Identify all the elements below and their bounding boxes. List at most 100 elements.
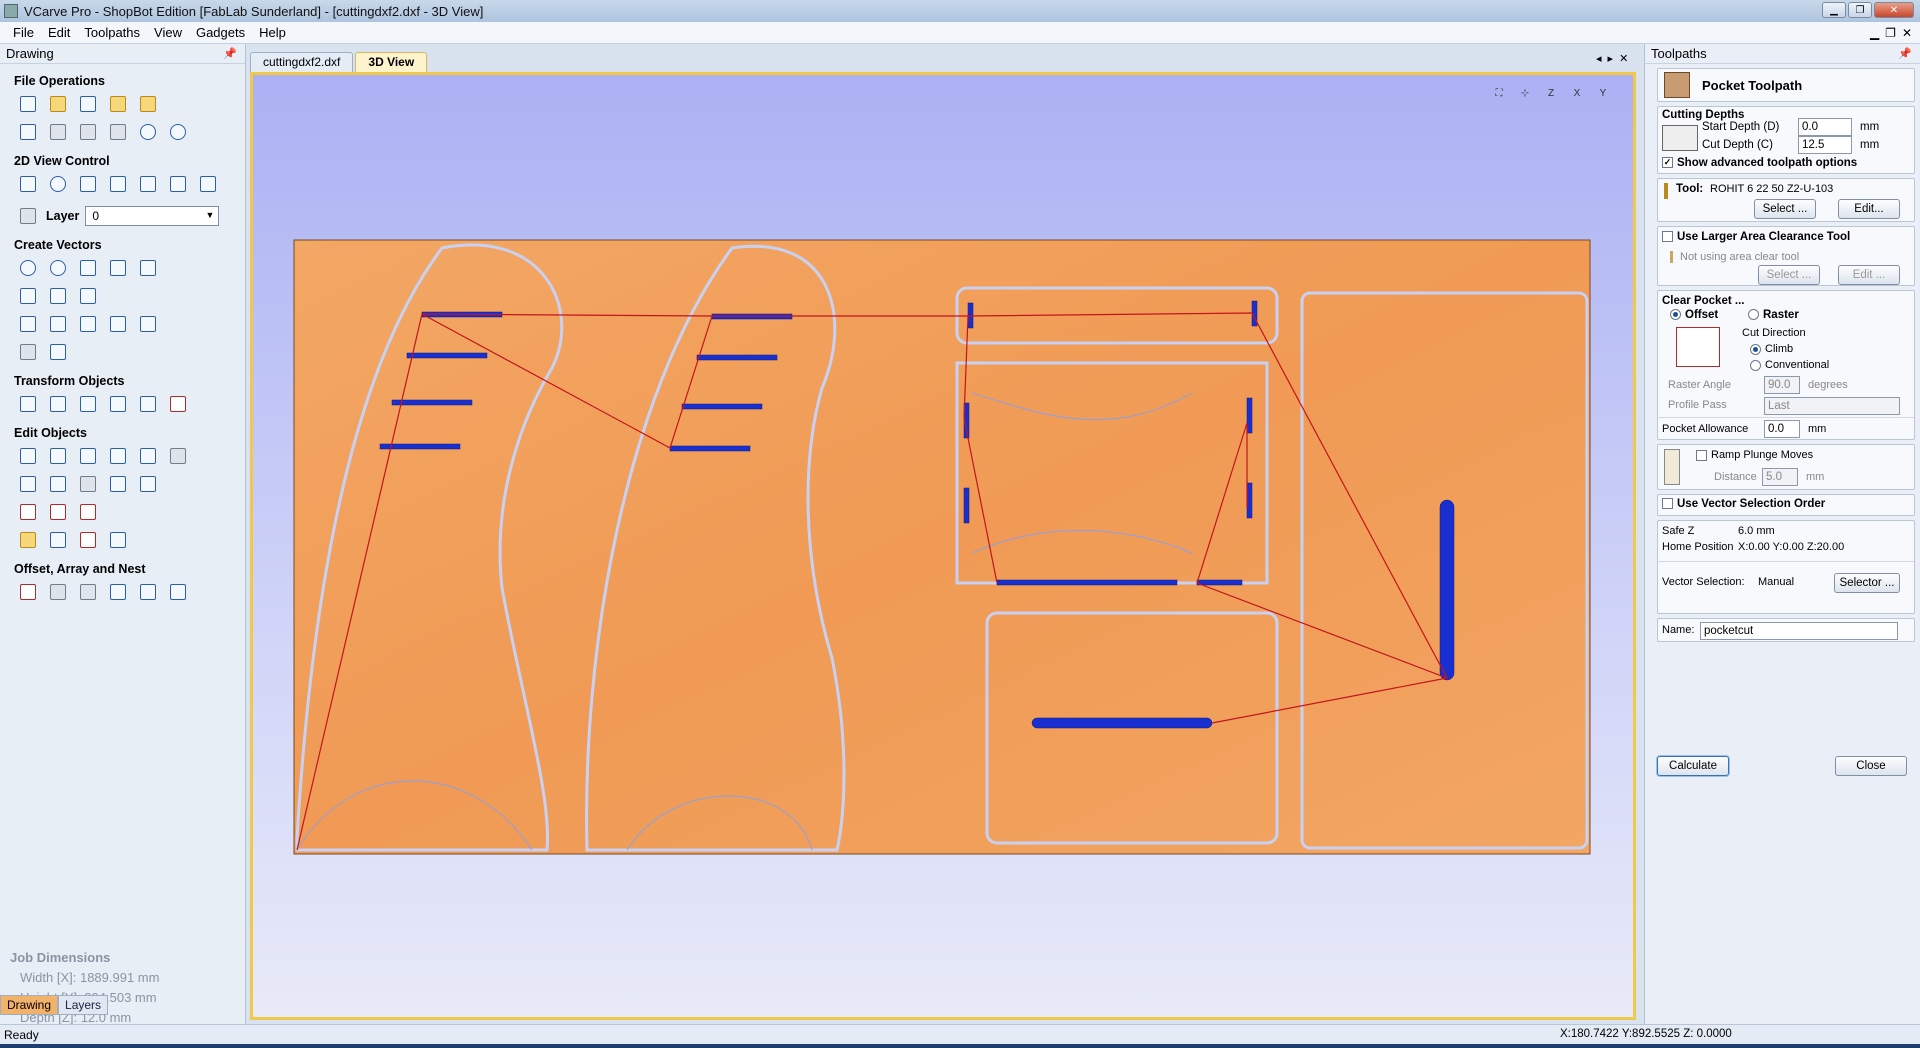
profile-pass-select[interactable]: Last: [1764, 397, 1900, 415]
tab-next-icon[interactable]: ▸: [1608, 52, 1614, 65]
trace-bitmap-icon[interactable]: [16, 340, 40, 364]
move-icon[interactable]: [16, 392, 40, 416]
raster-angle-input[interactable]: 90.0: [1764, 376, 1800, 394]
view-x-icon[interactable]: X: [1567, 83, 1587, 103]
cut-icon[interactable]: [46, 120, 70, 144]
paste-icon[interactable]: [106, 120, 130, 144]
extend-icon[interactable]: [46, 528, 70, 552]
vector-order-checkbox[interactable]: [1662, 498, 1673, 510]
smart-select-icon[interactable]: [106, 444, 130, 468]
advanced-options-row[interactable]: ✓ Show advanced toolpath options: [1662, 157, 1857, 169]
start-depth-input[interactable]: 0.0: [1798, 118, 1852, 136]
zoom-extents-icon[interactable]: ⛶: [1489, 83, 1509, 103]
redo-icon[interactable]: [166, 120, 190, 144]
intersect-icon[interactable]: [76, 472, 100, 496]
arc-tool-icon[interactable]: [46, 284, 70, 308]
nest-parts-icon[interactable]: [166, 580, 190, 604]
mdi-close-icon[interactable]: ✕: [1902, 26, 1912, 40]
polygon-tool-icon[interactable]: [106, 256, 130, 280]
climb-option[interactable]: Climb: [1750, 343, 1793, 355]
import-vectors-icon[interactable]: [106, 92, 130, 116]
tab-layers[interactable]: Layers: [58, 995, 109, 1015]
ramp-checkbox[interactable]: [1696, 449, 1707, 461]
curve-fit-icon[interactable]: [16, 500, 40, 524]
selector-button[interactable]: Selector ...: [1834, 573, 1900, 593]
tab-drawing[interactable]: Drawing: [0, 995, 59, 1015]
copy-along-icon[interactable]: [106, 580, 130, 604]
delete-icon[interactable]: [136, 444, 160, 468]
fillet-icon[interactable]: [106, 472, 130, 496]
cut-depth-input[interactable]: 12.5: [1798, 136, 1852, 154]
view-layout-icon[interactable]: [166, 172, 190, 196]
star-tool-icon[interactable]: [136, 256, 160, 280]
text-abc-icon[interactable]: [136, 312, 160, 336]
center-icon[interactable]: [166, 392, 190, 416]
circle-tool-icon[interactable]: [16, 256, 40, 280]
align-icon[interactable]: [76, 392, 100, 416]
raster-option[interactable]: Raster: [1748, 309, 1799, 321]
mdi-restore-icon[interactable]: ❐: [1885, 26, 1896, 40]
curve-tool-icon[interactable]: [76, 284, 100, 308]
join-icon[interactable]: [46, 500, 70, 524]
ramp-row[interactable]: Ramp Plunge Moves: [1696, 449, 1813, 461]
pin-icon[interactable]: 📌: [1898, 47, 1912, 60]
minimize-button[interactable]: ▁: [1822, 2, 1846, 18]
zoom-all-icon[interactable]: [76, 172, 100, 196]
menu-file[interactable]: File: [6, 25, 41, 40]
subtract-icon[interactable]: [46, 472, 70, 496]
offset-option[interactable]: Offset: [1670, 309, 1718, 321]
menu-view[interactable]: View: [147, 25, 189, 40]
iso-view-icon[interactable]: ⊹: [1515, 83, 1535, 103]
offset-radio[interactable]: [1670, 309, 1681, 321]
tab-close-icon[interactable]: ✕: [1619, 52, 1628, 65]
undo-icon[interactable]: [136, 120, 160, 144]
import-bitmap-icon[interactable]: [136, 92, 160, 116]
menu-gadgets[interactable]: Gadgets: [189, 25, 252, 40]
pan-icon[interactable]: [16, 172, 40, 196]
pocket-allowance-input[interactable]: 0.0: [1764, 420, 1800, 438]
select-tool-icon[interactable]: [16, 444, 40, 468]
auto-layout-text-icon[interactable]: [106, 312, 130, 336]
climb-radio[interactable]: [1750, 343, 1761, 355]
maximize-button[interactable]: ❐: [1848, 2, 1872, 18]
cut-point-icon[interactable]: [76, 528, 100, 552]
new-file-icon[interactable]: [16, 92, 40, 116]
text-frame-icon[interactable]: [46, 312, 70, 336]
area-clearance-row[interactable]: Use Larger Area Clearance Tool: [1662, 231, 1850, 243]
close-button[interactable]: Close: [1835, 756, 1907, 776]
text-tool-icon[interactable]: [16, 312, 40, 336]
pin-icon[interactable]: 📌: [223, 47, 237, 60]
save-file-icon[interactable]: [76, 92, 100, 116]
distort-icon[interactable]: [136, 392, 160, 416]
tab-3d-view[interactable]: 3D View: [355, 52, 428, 72]
raster-radio[interactable]: [1748, 309, 1759, 321]
area-clearance-checkbox[interactable]: [1662, 231, 1673, 243]
tab-prev-icon[interactable]: ◂: [1596, 52, 1602, 65]
ellipse-tool-icon[interactable]: [46, 256, 70, 280]
zoom-icon[interactable]: [46, 172, 70, 196]
menu-help[interactable]: Help: [252, 25, 293, 40]
view-z-icon[interactable]: Z: [1541, 83, 1561, 103]
interactive-select-icon[interactable]: [76, 444, 100, 468]
set-start-icon[interactable]: [106, 528, 130, 552]
layer-select[interactable]: 0: [85, 206, 220, 226]
mirror-icon[interactable]: [106, 392, 130, 416]
measure-icon[interactable]: [166, 444, 190, 468]
polyline-tool-icon[interactable]: [16, 284, 40, 308]
nest-icon[interactable]: [136, 580, 160, 604]
circular-array-icon[interactable]: [76, 580, 100, 604]
open-file-icon[interactable]: [46, 92, 70, 116]
rectangle-tool-icon[interactable]: [76, 256, 100, 280]
menu-edit[interactable]: Edit: [41, 25, 77, 40]
offset-icon[interactable]: [16, 580, 40, 604]
tool-select-button[interactable]: Select ...: [1754, 199, 1816, 219]
text-on-curve-icon[interactable]: [76, 312, 100, 336]
menu-toolpaths[interactable]: Toolpaths: [77, 25, 147, 40]
ramp-distance-input[interactable]: 5.0: [1762, 468, 1798, 486]
conventional-option[interactable]: Conventional: [1750, 359, 1829, 371]
zoom-box-icon[interactable]: [106, 172, 130, 196]
area-tool-edit-button[interactable]: Edit ...: [1838, 265, 1900, 285]
close-window-button[interactable]: ✕: [1874, 2, 1914, 18]
node-edit-icon[interactable]: [46, 444, 70, 468]
job-setup-icon[interactable]: [16, 120, 40, 144]
